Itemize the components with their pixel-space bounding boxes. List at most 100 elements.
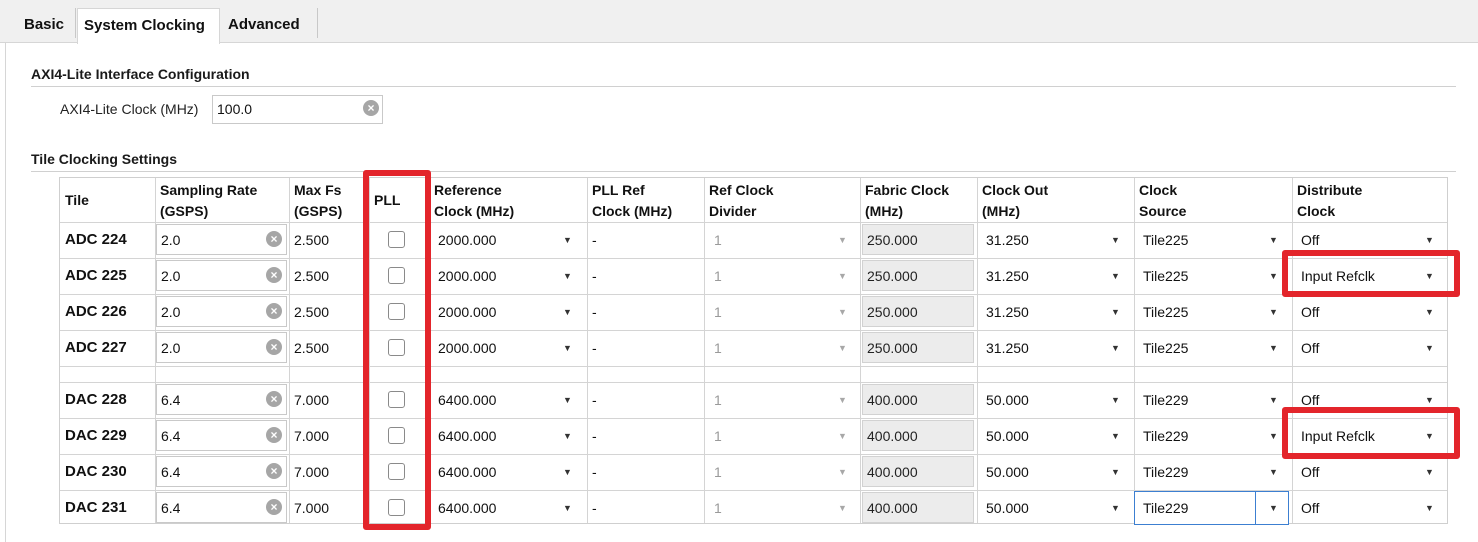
chevron-down-icon[interactable]: ▼ [1269,343,1278,353]
chevron-down-icon[interactable]: ▼ [563,343,572,353]
chevron-down-icon[interactable]: ▼ [1269,307,1278,317]
chevron-down-icon[interactable]: ▼ [563,395,572,405]
ref-clock-divider-dropdown[interactable]: 1 [714,464,722,480]
tab-advanced[interactable]: Advanced [222,8,306,43]
clock-source-dropdown[interactable]: Tile229 [1143,392,1188,408]
chevron-down-icon[interactable]: ▼ [1425,503,1434,513]
chevron-down-icon[interactable]: ▼ [1425,395,1434,405]
distribute-clock-dropdown[interactable]: Off [1301,232,1319,248]
chevron-down-icon: ▼ [838,235,847,245]
pll-ref-clock-value: - [592,340,597,356]
reference-clock-dropdown[interactable]: 6400.000 [438,392,496,408]
chevron-down-icon[interactable]: ▼ [1269,503,1278,513]
chevron-down-icon[interactable]: ▼ [1425,307,1434,317]
clock-out-dropdown[interactable]: 31.250 [986,232,1029,248]
chevron-down-icon[interactable]: ▼ [1269,235,1278,245]
axi-clock-input[interactable]: 100.0 [212,95,383,124]
clock-out-dropdown[interactable]: 50.000 [986,500,1029,516]
chevron-down-icon[interactable]: ▼ [1111,395,1120,405]
ref-clock-divider-dropdown[interactable]: 1 [714,268,722,284]
clear-circle-icon[interactable]: × [266,339,282,355]
clear-circle-icon[interactable]: × [266,303,282,319]
tab-bar: Basic System Clocking Advanced [0,0,1478,44]
clear-circle-icon[interactable]: × [266,499,282,515]
ref-clock-divider-dropdown[interactable]: 1 [714,500,722,516]
reference-clock-dropdown[interactable]: 6400.000 [438,500,496,516]
chevron-down-icon[interactable]: ▼ [563,307,572,317]
reference-clock-dropdown[interactable]: 2000.000 [438,232,496,248]
header-clock-out: Clock Out [982,182,1049,198]
chevron-down-icon[interactable]: ▼ [1111,431,1120,441]
chevron-down-icon[interactable]: ▼ [563,467,572,477]
distribute-clock-dropdown[interactable]: Off [1301,464,1319,480]
sampling-rate-value: 2.0 [161,232,181,248]
chevron-down-icon[interactable]: ▼ [1425,467,1434,477]
max-fs-value: 2.500 [294,304,330,320]
reference-clock-dropdown[interactable]: 6400.000 [438,428,496,444]
header-pll-ref-clock-line2: Clock (MHz) [592,203,673,219]
chevron-down-icon[interactable]: ▼ [1111,343,1120,353]
chevron-down-icon[interactable]: ▼ [563,503,572,513]
clock-out-dropdown[interactable]: 50.000 [986,428,1029,444]
clock-source-dropdown[interactable]: Tile229 [1143,464,1188,480]
ref-clock-divider-dropdown[interactable]: 1 [714,304,722,320]
tab-basic[interactable]: Basic [18,8,70,43]
chevron-down-icon[interactable]: ▼ [1425,235,1434,245]
chevron-down-icon[interactable]: ▼ [1111,235,1120,245]
clear-circle-icon[interactable]: × [266,463,282,479]
chevron-down-icon[interactable]: ▼ [1425,343,1434,353]
chevron-down-icon[interactable]: ▼ [1111,503,1120,513]
clock-source-dropdown[interactable]: Tile225 [1143,304,1188,320]
clear-circle-icon[interactable]: × [266,267,282,283]
sampling-rate-value: 2.0 [161,268,181,284]
column-divider [704,178,705,523]
clear-circle-icon[interactable]: × [266,231,282,247]
reference-clock-dropdown[interactable]: 2000.000 [438,268,496,284]
clock-source-dropdown[interactable]: Tile225 [1143,268,1188,284]
chevron-down-icon[interactable]: ▼ [1269,431,1278,441]
ref-clock-divider-dropdown[interactable]: 1 [714,340,722,356]
reference-clock-dropdown[interactable]: 2000.000 [438,304,496,320]
tab-system-clocking[interactable]: System Clocking [77,8,220,44]
sampling-rate-value: 6.4 [161,428,181,444]
clear-circle-icon[interactable]: × [363,100,379,116]
clock-out-dropdown[interactable]: 50.000 [986,392,1029,408]
reference-clock-dropdown[interactable]: 2000.000 [438,340,496,356]
distribute-clock-dropdown[interactable]: Off [1301,392,1319,408]
clock-source-dropdown[interactable]: Tile229 [1143,500,1188,516]
section-divider [31,171,1456,172]
clock-source-dropdown[interactable]: Tile229 [1143,428,1188,444]
clock-out-dropdown[interactable]: 31.250 [986,340,1029,356]
chevron-down-icon[interactable]: ▼ [1111,467,1120,477]
reference-clock-dropdown[interactable]: 6400.000 [438,464,496,480]
clock-out-dropdown[interactable]: 50.000 [986,464,1029,480]
distribute-clock-dropdown[interactable]: Off [1301,340,1319,356]
ref-clock-divider-dropdown[interactable]: 1 [714,392,722,408]
distribute-clock-dropdown[interactable]: Off [1301,500,1319,516]
chevron-down-icon: ▼ [838,503,847,513]
distribute-clock-dropdown[interactable]: Off [1301,304,1319,320]
fabric-clock-value: 250.000 [862,224,974,255]
clock-source-dropdown[interactable]: Tile225 [1143,340,1188,356]
chevron-down-icon[interactable]: ▼ [1269,395,1278,405]
chevron-down-icon[interactable]: ▼ [563,235,572,245]
pll-ref-clock-value: - [592,304,597,320]
clear-circle-icon[interactable]: × [266,391,282,407]
header-clock-out-line2: (MHz) [982,203,1021,219]
chevron-down-icon[interactable]: ▼ [1269,271,1278,281]
chevron-down-icon: ▼ [838,271,847,281]
chevron-down-icon[interactable]: ▼ [563,271,572,281]
clear-circle-icon[interactable]: × [266,427,282,443]
ref-clock-divider-dropdown[interactable]: 1 [714,428,722,444]
chevron-down-icon[interactable]: ▼ [1269,467,1278,477]
chevron-down-icon[interactable]: ▼ [1111,271,1120,281]
pll-ref-clock-value: - [592,464,597,480]
column-divider [587,178,588,523]
clock-out-dropdown[interactable]: 31.250 [986,304,1029,320]
clock-out-dropdown[interactable]: 31.250 [986,268,1029,284]
chevron-down-icon[interactable]: ▼ [1111,307,1120,317]
ref-clock-divider-dropdown[interactable]: 1 [714,232,722,248]
chevron-down-icon: ▼ [838,467,847,477]
chevron-down-icon[interactable]: ▼ [563,431,572,441]
clock-source-dropdown[interactable]: Tile225 [1143,232,1188,248]
